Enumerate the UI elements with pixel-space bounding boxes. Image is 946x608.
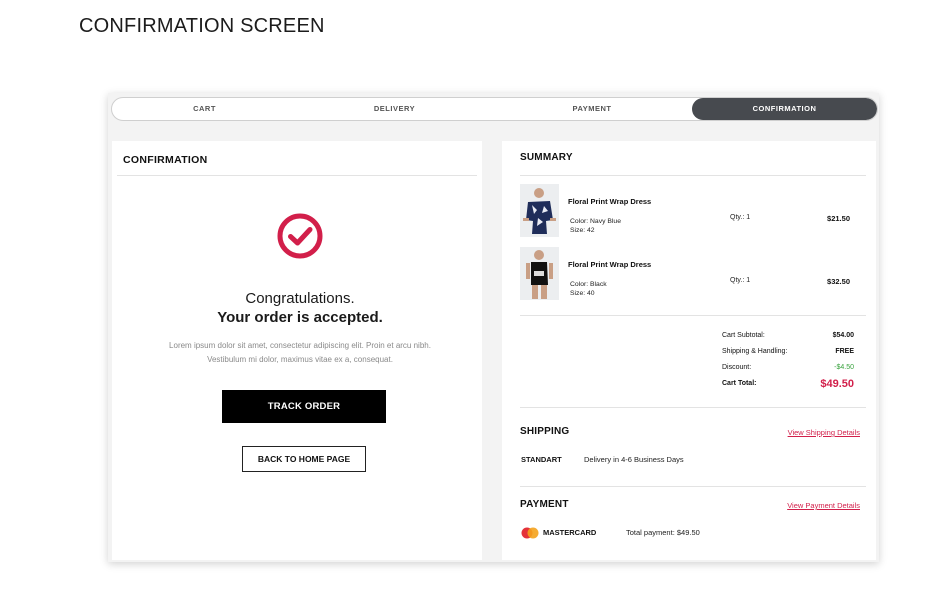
item-color: Color: Navy Blue xyxy=(570,218,621,225)
item-color: Color: Black xyxy=(570,281,607,288)
discount-value: -$4.50 xyxy=(834,364,854,371)
item-details: Color: Black Size: 40 xyxy=(570,280,607,298)
total-label: Cart Total: xyxy=(722,380,757,387)
divider xyxy=(520,175,866,176)
shipping-title: SHIPPING xyxy=(520,426,570,437)
mastercard-icon xyxy=(521,527,539,539)
item-name: Floral Print Wrap Dress xyxy=(568,197,652,206)
page-heading: CONFIRMATION SCREEN xyxy=(79,15,325,37)
track-order-button[interactable]: TRACK ORDER xyxy=(222,390,386,423)
headline-congratulations: Congratulations. xyxy=(245,290,355,307)
checkout-stepper: CART DELIVERY PAYMENT CONFIRMATION xyxy=(111,97,878,121)
checkout-mockup: CART DELIVERY PAYMENT CONFIRMATION CONFI… xyxy=(108,93,879,562)
subtotal-label: Cart Subtotal: xyxy=(722,332,765,339)
confirmation-title: CONFIRMATION xyxy=(123,154,208,166)
shipping-row: Shipping & Handling: FREE xyxy=(722,348,860,362)
divider xyxy=(520,315,866,316)
summary-item[interactable]: Floral Print Wrap Dress Color: Black Siz… xyxy=(520,247,860,301)
divider xyxy=(520,486,866,487)
view-shipping-details-link[interactable]: View Shipping Details xyxy=(788,428,860,437)
shipping-description: Delivery in 4-6 Business Days xyxy=(584,455,684,464)
step-confirmation[interactable]: CONFIRMATION xyxy=(692,98,877,120)
divider xyxy=(117,175,477,176)
product-thumbnail[interactable] xyxy=(520,184,559,237)
divider xyxy=(520,407,866,408)
shipping-value: FREE xyxy=(835,348,854,355)
payment-title: PAYMENT xyxy=(520,499,569,510)
item-qty: Qty.: 1 xyxy=(730,277,751,284)
step-delivery[interactable]: DELIVERY xyxy=(297,98,492,120)
item-price: $21.50 xyxy=(827,214,850,223)
headline-order-accepted: Your order is accepted. xyxy=(217,309,383,326)
shipping-label: Shipping & Handling: xyxy=(722,348,788,355)
item-size: Size: 40 xyxy=(570,290,595,297)
payment-total: Total payment: $49.50 xyxy=(626,528,700,537)
step-cart[interactable]: CART xyxy=(112,98,297,120)
item-price: $32.50 xyxy=(827,277,850,286)
payment-card-name: MASTERCARD xyxy=(543,528,597,537)
discount-row: Discount: -$4.50 xyxy=(722,364,860,378)
shipping-method: STANDART xyxy=(521,455,562,464)
item-details: Color: Navy Blue Size: 42 xyxy=(570,217,621,235)
dress-image-icon xyxy=(520,184,559,237)
subtotal-row: Cart Subtotal: $54.00 xyxy=(722,332,860,346)
item-name: Floral Print Wrap Dress xyxy=(568,260,652,269)
check-circle-icon xyxy=(277,213,323,259)
view-payment-details-link[interactable]: View Payment Details xyxy=(787,501,860,510)
item-size: Size: 42 xyxy=(570,227,595,234)
back-to-home-button[interactable]: BACK TO HOME PAGE xyxy=(242,446,366,472)
confirmation-body-text: Lorem ipsum dolor sit amet, consectetur … xyxy=(169,341,431,364)
dress-image-icon xyxy=(520,247,559,300)
summary-panel: SUMMARY Floral Print Wrap Dress Color: N… xyxy=(502,141,876,560)
summary-item[interactable]: Floral Print Wrap Dress Color: Navy Blue… xyxy=(520,184,860,238)
item-qty: Qty.: 1 xyxy=(730,214,751,221)
confirmation-panel: CONFIRMATION Congratulations. Your order… xyxy=(112,141,482,560)
step-payment[interactable]: PAYMENT xyxy=(492,98,692,120)
subtotal-value: $54.00 xyxy=(832,332,854,339)
total-value: $49.50 xyxy=(820,378,854,390)
product-thumbnail[interactable] xyxy=(520,247,559,300)
total-row: Cart Total: $49.50 xyxy=(722,378,860,394)
summary-title: SUMMARY xyxy=(520,152,573,163)
discount-label: Discount: xyxy=(722,364,752,371)
